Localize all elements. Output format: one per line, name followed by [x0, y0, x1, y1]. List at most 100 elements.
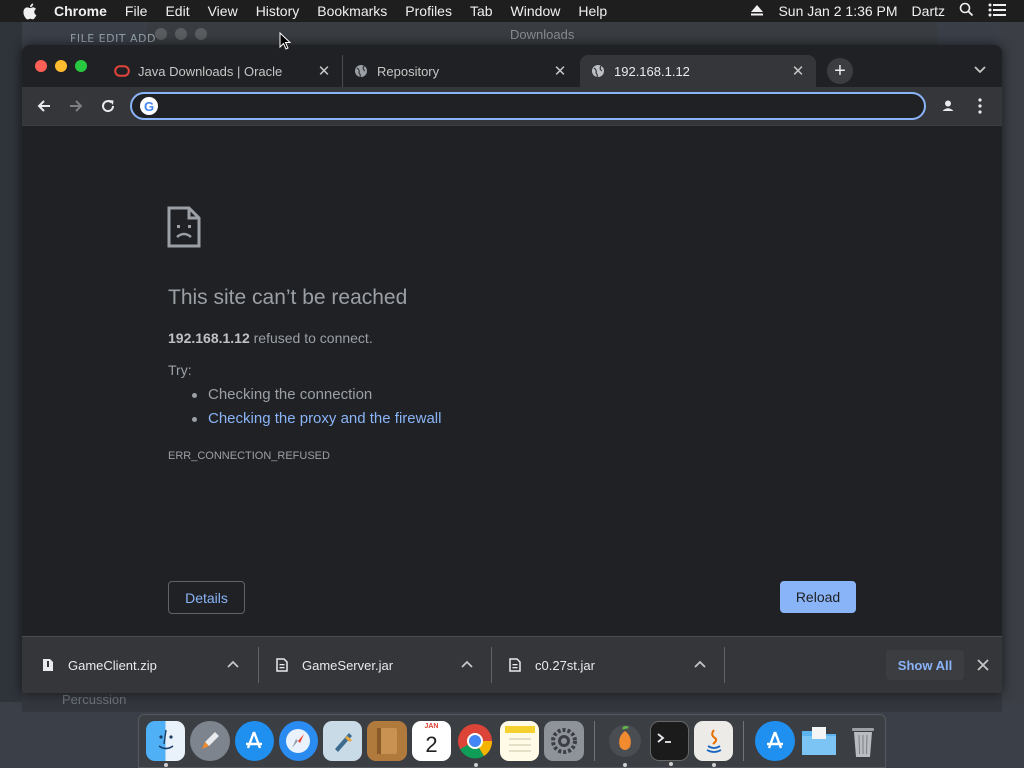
back-button[interactable] [33, 95, 55, 117]
menu-view[interactable]: View [208, 3, 238, 19]
close-tab-icon[interactable]: ✕ [790, 63, 806, 80]
tab-java-downloads[interactable]: Java Downloads | Oracle ✕ [110, 55, 342, 87]
minimize-window-button[interactable] [55, 60, 67, 72]
close-window-button[interactable] [35, 60, 47, 72]
close-downloads-icon[interactable] [974, 656, 992, 674]
suggestion-list: Checking the connection Checking the pro… [191, 386, 441, 434]
calendar-icon[interactable]: JAN 2 [411, 721, 451, 761]
menu-window[interactable]: Window [511, 3, 561, 19]
menu-app-name[interactable]: Chrome [54, 3, 107, 19]
close-tab-icon[interactable]: ✕ [316, 63, 332, 80]
finder-icon[interactable] [146, 721, 186, 767]
download-divider [258, 647, 259, 683]
control-center-icon[interactable] [988, 3, 1006, 20]
tab-title: Repository [377, 63, 440, 79]
oracle-icon [114, 63, 130, 79]
google-icon: G [140, 97, 158, 115]
apple-menu-icon[interactable] [20, 2, 38, 20]
dock-divider [593, 721, 595, 761]
tab-repository[interactable]: Repository ✕ [342, 55, 578, 87]
download-filename: GameClient.zip [68, 657, 157, 673]
fl-studio-icon[interactable] [605, 721, 644, 767]
spotlight-icon[interactable] [959, 2, 974, 20]
menu-history[interactable]: History [256, 3, 300, 19]
eject-icon[interactable] [750, 3, 764, 19]
background-right-panel [1002, 22, 1024, 702]
mouse-cursor-icon [279, 31, 292, 55]
terminal-icon[interactable] [649, 721, 690, 766]
new-tab-button[interactable]: + [827, 58, 853, 84]
dock-divider [743, 721, 745, 761]
globe-icon [353, 63, 369, 79]
close-tab-icon[interactable]: ✕ [552, 63, 568, 80]
suggestion-item: Checking the connection [191, 386, 441, 410]
try-label: Try: [168, 362, 192, 378]
download-item[interactable]: c0.27st.jar [509, 637, 725, 693]
error-title: This site can’t be reached [168, 286, 408, 309]
download-filename: c0.27st.jar [535, 657, 595, 673]
error-page: This site can’t be reached 192.168.1.12 … [22, 125, 1002, 636]
profile-icon[interactable] [937, 95, 959, 117]
background-finder-title: Downloads [510, 27, 575, 42]
dock: JAN 2 [138, 714, 886, 768]
window-controls [35, 60, 87, 72]
address-input[interactable] [166, 98, 906, 114]
chevron-up-icon[interactable] [226, 657, 240, 671]
download-item[interactable]: GameClient.zip [42, 637, 258, 693]
error-host-suffix: refused to connect. [249, 330, 373, 346]
address-bar[interactable]: G [130, 92, 926, 120]
menu-file[interactable]: File [125, 3, 148, 19]
background-fl-menu: FILE EDIT ADD [70, 32, 156, 45]
toolbar: G [22, 87, 1002, 125]
sad-document-icon [167, 206, 201, 253]
download-item[interactable]: GameServer.jar [276, 637, 492, 693]
contacts-icon[interactable] [367, 721, 407, 761]
globe-icon [590, 63, 606, 79]
download-divider [724, 647, 725, 683]
clock[interactable]: Sun Jan 2 1:36 PM [778, 3, 897, 19]
more-menu-icon[interactable] [969, 95, 991, 117]
error-host: 192.168.1.12 [168, 330, 250, 346]
background-percussion-label: Percussion [62, 692, 127, 707]
menu-bookmarks[interactable]: Bookmarks [317, 3, 387, 19]
chrome-icon[interactable] [456, 721, 495, 767]
menu-help[interactable]: Help [578, 3, 607, 19]
menu-profiles[interactable]: Profiles [405, 3, 452, 19]
file-icon [509, 658, 521, 672]
system-preferences-icon[interactable] [544, 721, 584, 761]
menu-bar: Chrome File Edit View History Bookmarks … [0, 0, 1024, 22]
app-store-icon[interactable] [234, 721, 274, 761]
downloads-bar: GameClient.zip GameServer.jar c0.27st.ja… [22, 636, 1002, 693]
zoom-window-button[interactable] [75, 60, 87, 72]
show-all-button[interactable]: Show All [886, 650, 964, 680]
error-message: 192.168.1.12 refused to connect. [168, 330, 373, 346]
download-divider [491, 647, 492, 683]
launchpad-icon[interactable] [190, 721, 230, 761]
chevron-up-icon[interactable] [460, 657, 474, 671]
reload-button[interactable]: Reload [780, 581, 856, 613]
safari-icon[interactable] [278, 721, 318, 761]
java-icon[interactable] [694, 721, 734, 767]
user-name[interactable]: Dartz [912, 3, 945, 19]
menu-bar-status: Sun Jan 2 1:36 PM Dartz [750, 0, 1006, 22]
calendar-month: JAN [424, 723, 439, 730]
forward-button[interactable] [65, 95, 87, 117]
notes-icon[interactable] [500, 721, 540, 761]
menu-edit[interactable]: Edit [165, 3, 189, 19]
mail-icon[interactable] [323, 721, 363, 761]
tab-title: 192.168.1.12 [614, 63, 690, 79]
error-code: ERR_CONNECTION_REFUSED [168, 450, 330, 462]
downloads-folder-icon[interactable] [800, 721, 839, 761]
download-filename: GameServer.jar [302, 657, 394, 673]
tab-active-ip[interactable]: 192.168.1.12 ✕ [580, 55, 816, 87]
reload-icon[interactable] [97, 95, 119, 117]
chrome-window: Java Downloads | Oracle ✕ Repository ✕ 1… [22, 45, 1002, 693]
details-button[interactable]: Details [168, 581, 245, 614]
trash-icon[interactable] [844, 721, 883, 761]
app-store-icon[interactable] [755, 721, 795, 761]
file-icon [276, 658, 288, 672]
menu-tab[interactable]: Tab [470, 3, 493, 19]
chevron-up-icon[interactable] [693, 657, 707, 671]
suggestion-link[interactable]: Checking the proxy and the firewall [191, 410, 441, 434]
tab-search-chevron-icon[interactable] [972, 62, 988, 78]
